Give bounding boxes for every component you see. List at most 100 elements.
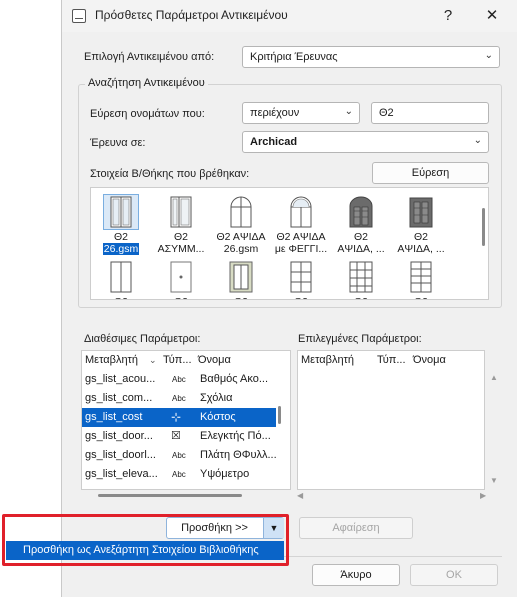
scroll-down-icon[interactable]: ▼ (490, 476, 498, 485)
app-icon (72, 9, 86, 23)
close-icon[interactable]: ✕ (482, 6, 502, 26)
param-name: Υψόμετρο (200, 468, 250, 480)
available-params-label: Διαθέσιμες Παράμετροι: (84, 333, 201, 345)
ok-button[interactable]: OK (410, 564, 498, 586)
param-variable: gs_list_com... (85, 392, 153, 404)
param-variable: gs_list_eleva... (85, 468, 158, 480)
param-name: Σχόλια (200, 392, 233, 404)
chevron-down-icon: ⌄ (484, 50, 493, 61)
arched-window-icon (284, 195, 318, 229)
shutter-window-icon (404, 195, 438, 229)
column-header-variable[interactable]: Μεταβλητή (85, 351, 138, 369)
object-name-line1: Θ2 ΑΨΙΔΑ (216, 231, 266, 243)
window-icon (164, 260, 198, 294)
remove-button[interactable]: Αφαίρεση (299, 517, 413, 539)
scroll-left-icon[interactable]: ◀ (297, 491, 303, 500)
text-type-icon: Abc (172, 470, 186, 479)
text-type-icon: Abc (172, 375, 186, 384)
object-name-line2: ΑΨΙΔΑ, ... (337, 243, 385, 255)
object-name-line1: Θ2 ΑΨΙΔΑ (276, 231, 326, 243)
library-object[interactable]: Θ2 (392, 260, 450, 299)
window-icon (103, 194, 139, 230)
objects-scrollbar[interactable] (482, 208, 485, 246)
search-in-dropdown[interactable]: Archicad ⌄ (242, 131, 489, 153)
selection-label: Επιλογή Αντικειμένου από: (84, 51, 215, 63)
selected-params-list: Μεταβλητή Τύπ... Όνομα (297, 350, 485, 490)
column-header-variable[interactable]: Μεταβλητή (301, 351, 354, 369)
object-name-line1: Θ2 (332, 296, 390, 299)
param-row[interactable]: gs_list_doorl... Abc Πλάτη ΘΦυλλ... (82, 446, 276, 465)
object-name-line1: Θ2 (173, 231, 188, 243)
available-vscrollbar[interactable] (278, 406, 281, 424)
dialog-title: Πρόσθετες Παράμετροι Αντικειμένου (95, 8, 288, 22)
object-name-line2: ΑΨΙΔΑ, ... (397, 243, 445, 255)
grid-window-icon (284, 260, 318, 294)
found-label: Στοιχεία Β/Θήκης που βρέθηκαν: (90, 168, 250, 180)
library-object[interactable]: Θ2 ΑΨΙΔΑ 26.gsm (212, 195, 270, 255)
library-object[interactable]: Θ2 ΑΨΙΔΑ, ... (332, 195, 390, 255)
dialog: Πρόσθετες Παράμετροι Αντικειμένου ? ✕ Επ… (61, 0, 517, 597)
param-row[interactable]: gs_list_acou... Abc Βαθμός Ακο... (82, 370, 276, 389)
available-params-list: Μεταβλητή ⌄ Τύπ... Όνομα gs_list_acou...… (81, 350, 291, 490)
selected-params-label: Επιλεγμένες Παράμετροι: (298, 333, 422, 345)
available-hscrollbar[interactable] (98, 494, 242, 497)
grid-window-icon (344, 260, 378, 294)
library-object[interactable]: Θ2 ΑΨΙΔΑ, ... (392, 195, 450, 255)
find-names-label: Εύρεση ονομάτων που: (90, 108, 205, 120)
window-icon (164, 195, 198, 229)
param-variable: gs_list_acou... (85, 373, 156, 385)
object-name-line1: Θ2 (212, 296, 270, 299)
param-row[interactable]: gs_list_com... Abc Σχόλια (82, 389, 276, 408)
param-name: Ελεγκτής Πό... (200, 430, 271, 442)
column-header-type[interactable]: Τύπ... (163, 351, 192, 369)
library-object[interactable]: Θ2 (332, 260, 390, 299)
chevron-down-icon: ⌄ (473, 135, 482, 146)
object-name-line2: με ΦΕΓΓΙ... (274, 243, 328, 255)
find-button[interactable]: Εύρεση (372, 162, 489, 184)
library-object[interactable]: Θ2 (212, 260, 270, 299)
param-row-selected[interactable]: gs_list_cost ⊹ Κόστος (82, 408, 276, 427)
library-object[interactable]: Θ2 26.gsm (92, 194, 150, 255)
shutter-window-icon (344, 195, 378, 229)
search-group-title: Αναζήτηση Αντικειμένου (85, 77, 208, 89)
search-in-value: Archicad (250, 136, 298, 148)
param-name: Βαθμός Ακο... (200, 373, 269, 385)
chevron-down-icon: ⌄ (344, 106, 353, 117)
object-name-line2: 26.gsm (223, 243, 259, 255)
object-name-line1: Θ2 (413, 231, 428, 243)
library-object[interactable]: Θ2 (272, 260, 330, 299)
library-object[interactable]: Θ2 ΑΨΙΔΑ με ΦΕΓΓΙ... (272, 195, 330, 255)
found-objects-list: Θ2 26.gsm Θ2 ΑΣΥΜΜ... Θ2 ΑΨΙΔΑ 26.gsm Θ2… (90, 187, 489, 300)
query-input[interactable]: Θ2 (371, 102, 489, 124)
match-mode-dropdown[interactable]: περιέχουν ⌄ (242, 102, 360, 124)
column-header-type[interactable]: Τύπ... (377, 351, 406, 369)
object-name-line2: 26.gsm (102, 243, 140, 255)
column-header-name[interactable]: Όνομα (413, 351, 446, 369)
sort-icon: ⌄ (149, 355, 157, 365)
param-row[interactable]: gs_list_door... ☒ Ελεγκτής Πό... (82, 427, 276, 446)
param-row[interactable]: gs_list_eleva... Abc Υψόμετρο (82, 465, 276, 484)
library-object[interactable]: Θ2 ΑΣΥΜΜ... (152, 195, 210, 255)
arched-window-icon (224, 195, 258, 229)
boolean-type-icon: ☒ (171, 430, 181, 442)
object-name-line1: Θ2 (152, 296, 210, 299)
text-type-icon: Abc (172, 394, 186, 403)
object-name-line1: Θ2 (353, 231, 368, 243)
library-object[interactable]: Θ2 (152, 260, 210, 299)
param-variable: gs_list_door... (85, 430, 153, 442)
object-name-line1: Θ2 (113, 231, 128, 243)
object-name-line1: Θ2 (272, 296, 330, 299)
window-icon (104, 260, 138, 294)
selection-dropdown[interactable]: Κριτήρια Έρευνας ⌄ (242, 46, 500, 68)
column-header-name[interactable]: Όνομα (198, 351, 231, 369)
object-name-line1: Θ2 (392, 296, 450, 299)
param-name: Πλάτη ΘΦυλλ... (200, 449, 276, 461)
selection-value: Κριτήρια Έρευνας (250, 51, 338, 63)
scroll-up-icon[interactable]: ▲ (490, 373, 498, 382)
param-name: Κόστος (200, 411, 236, 423)
match-mode-value: περιέχουν (250, 107, 300, 119)
help-icon[interactable]: ? (438, 6, 458, 26)
library-object[interactable]: Θ2 (92, 260, 150, 299)
scroll-right-icon[interactable]: ▶ (480, 491, 486, 500)
cancel-button[interactable]: Άκυρο (312, 564, 400, 586)
